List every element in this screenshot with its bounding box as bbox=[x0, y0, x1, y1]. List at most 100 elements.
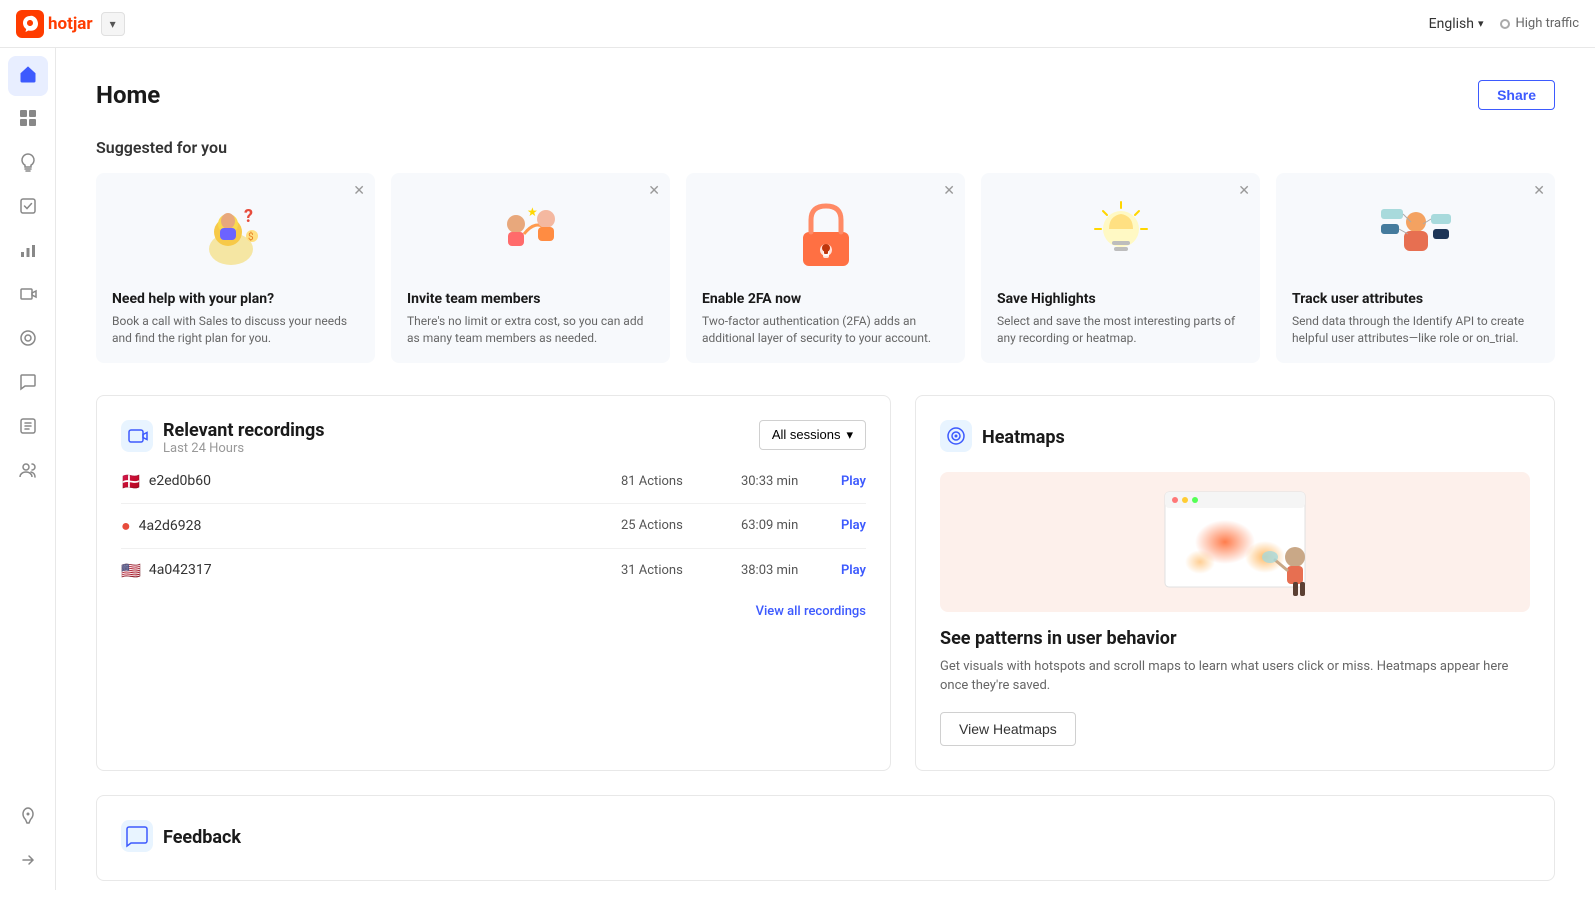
card-desc-highlights: Select and save the most interesting par… bbox=[997, 313, 1244, 347]
home-icon bbox=[18, 64, 38, 89]
svg-text:★: ★ bbox=[527, 205, 538, 219]
session-filter-button[interactable]: All sessions ▾ bbox=[759, 420, 866, 450]
language-selector[interactable]: English ▾ bbox=[1429, 16, 1484, 32]
lightbulb-icon bbox=[18, 152, 38, 177]
card-close-highlights[interactable]: ✕ bbox=[1238, 183, 1250, 197]
recording-play-button[interactable]: Play bbox=[841, 518, 866, 533]
suggestion-card-help-plan: ✕ ? $ Need help with you bbox=[96, 173, 375, 363]
table-row: 🇩🇰 e2ed0b60 81 Actions 30:33 min Play bbox=[121, 460, 866, 504]
sidebar-item-recordings[interactable] bbox=[8, 276, 48, 316]
card-desc-help-plan: Book a call with Sales to discuss your n… bbox=[112, 313, 359, 347]
sidebar-item-home[interactable] bbox=[8, 56, 48, 96]
view-heatmaps-button[interactable]: View Heatmaps bbox=[940, 712, 1076, 746]
recordings-subtitle: Last 24 Hours bbox=[163, 441, 325, 456]
hotjar-logo-icon bbox=[16, 10, 44, 38]
card-illustration-team: ★ bbox=[407, 189, 654, 279]
heatmaps-title: Heatmaps bbox=[982, 427, 1065, 448]
top-navigation: hotjar ▾ English ▾ High traffic bbox=[0, 0, 1595, 48]
card-illustration-help: ? $ bbox=[112, 189, 359, 279]
heatmaps-header: Heatmaps bbox=[940, 420, 1530, 456]
arrow-right-icon bbox=[19, 851, 37, 874]
highlights-illustration bbox=[1081, 194, 1161, 274]
sidebar-item-insights[interactable] bbox=[8, 144, 48, 184]
card-illustration-highlights bbox=[997, 189, 1244, 279]
recordings-icon bbox=[18, 284, 38, 309]
recording-duration: 38:03 min bbox=[741, 563, 841, 578]
traffic-label: High traffic bbox=[1516, 16, 1580, 31]
recording-actions: 81 Actions bbox=[621, 474, 741, 489]
recordings-table: 🇩🇰 e2ed0b60 81 Actions 30:33 min Play ● … bbox=[121, 460, 866, 592]
card-title-invite-team: Invite team members bbox=[407, 291, 654, 307]
recording-duration: 63:09 min bbox=[741, 518, 841, 533]
sidebar-item-tasks[interactable] bbox=[8, 408, 48, 448]
dashboard-icon bbox=[18, 108, 38, 133]
bottom-row: Relevant recordings Last 24 Hours All se… bbox=[96, 395, 1555, 771]
heatmaps-section-icon bbox=[940, 420, 972, 456]
feedback-section-icon bbox=[121, 820, 153, 856]
attributes-illustration bbox=[1376, 194, 1456, 274]
recordings-section: Relevant recordings Last 24 Hours All se… bbox=[96, 395, 891, 771]
share-button[interactable]: Share bbox=[1478, 80, 1555, 110]
sidebar-item-launch[interactable] bbox=[8, 798, 48, 838]
card-illustration-2fa bbox=[702, 189, 949, 279]
heatmap-preview bbox=[940, 472, 1530, 612]
feedback-title: Feedback bbox=[163, 827, 241, 848]
suggestion-card-2fa: ✕ Enable 2FA now Two-factor authenticati bbox=[686, 173, 965, 363]
card-close-invite-team[interactable]: ✕ bbox=[648, 183, 660, 197]
sidebar-item-dashboard[interactable] bbox=[8, 100, 48, 140]
card-desc-invite-team: There's no limit or extra cost, so you c… bbox=[407, 313, 654, 347]
card-close-attributes[interactable]: ✕ bbox=[1533, 183, 1545, 197]
recordings-title: Relevant recordings bbox=[163, 420, 325, 441]
view-all-recordings-link[interactable]: View all recordings bbox=[121, 592, 866, 619]
chevron-down-icon: ▾ bbox=[846, 427, 853, 443]
invite-team-illustration: ★ bbox=[491, 194, 571, 274]
sidebar-item-users[interactable] bbox=[8, 452, 48, 492]
heatmap-illustration bbox=[1125, 482, 1345, 602]
recording-id: e2ed0b60 bbox=[149, 473, 621, 489]
topnav-left: hotjar ▾ bbox=[16, 10, 125, 38]
hotjar-wordmark: hotjar bbox=[48, 14, 93, 34]
nav-dropdown-button[interactable]: ▾ bbox=[101, 12, 125, 36]
sidebar-item-surveys[interactable] bbox=[8, 188, 48, 228]
session-filter-label: All sessions bbox=[772, 427, 841, 442]
recording-play-button[interactable]: Play bbox=[841, 474, 866, 489]
suggested-section-title: Suggested for you bbox=[96, 138, 1555, 157]
page-header: Home Share bbox=[96, 80, 1555, 110]
hotjar-logo[interactable]: hotjar bbox=[16, 10, 93, 38]
page-title: Home bbox=[96, 81, 160, 109]
table-row: ● 4a2d6928 25 Actions 63:09 min Play bbox=[121, 504, 866, 549]
recordings-section-icon bbox=[121, 420, 153, 456]
svg-text:?: ? bbox=[244, 206, 253, 227]
sidebar-item-feedback[interactable] bbox=[8, 364, 48, 404]
heatmaps-section: Heatmaps bbox=[915, 395, 1555, 771]
heatmap-icon bbox=[18, 328, 38, 353]
users-icon bbox=[18, 460, 38, 485]
card-close-2fa[interactable]: ✕ bbox=[943, 183, 955, 197]
feedback-header: Feedback bbox=[121, 820, 1530, 856]
recording-id: 4a2d6928 bbox=[139, 518, 621, 534]
recording-actions: 25 Actions bbox=[621, 518, 741, 533]
chevron-down-icon: ▾ bbox=[1478, 17, 1484, 30]
svg-text:$: $ bbox=[248, 230, 254, 243]
card-title-highlights: Save Highlights bbox=[997, 291, 1244, 307]
sidebar bbox=[0, 48, 56, 890]
tasks-icon bbox=[18, 416, 38, 441]
recording-play-button[interactable]: Play bbox=[841, 563, 866, 578]
card-illustration-attributes bbox=[1292, 189, 1539, 279]
suggestion-card-attributes: ✕ bbox=[1276, 173, 1555, 363]
sidebar-bottom bbox=[8, 798, 48, 882]
recording-duration: 30:33 min bbox=[741, 474, 841, 489]
2fa-illustration bbox=[791, 194, 861, 274]
sidebar-item-heatmaps[interactable] bbox=[8, 320, 48, 360]
chat-icon bbox=[18, 372, 38, 397]
rocket-icon bbox=[18, 806, 38, 831]
recording-id: 4a042317 bbox=[149, 562, 621, 578]
sidebar-item-analytics[interactable] bbox=[8, 232, 48, 272]
card-title-2fa: Enable 2FA now bbox=[702, 291, 949, 307]
card-close-help-plan[interactable]: ✕ bbox=[353, 183, 365, 197]
suggestion-card-highlights: ✕ Save Hi bbox=[981, 173, 1260, 363]
sidebar-item-collapse[interactable] bbox=[8, 842, 48, 882]
card-title-help-plan: Need help with your plan? bbox=[112, 291, 359, 307]
flag-icon: 🇩🇰 bbox=[121, 472, 141, 491]
recordings-title-group: Relevant recordings Last 24 Hours bbox=[163, 420, 325, 456]
